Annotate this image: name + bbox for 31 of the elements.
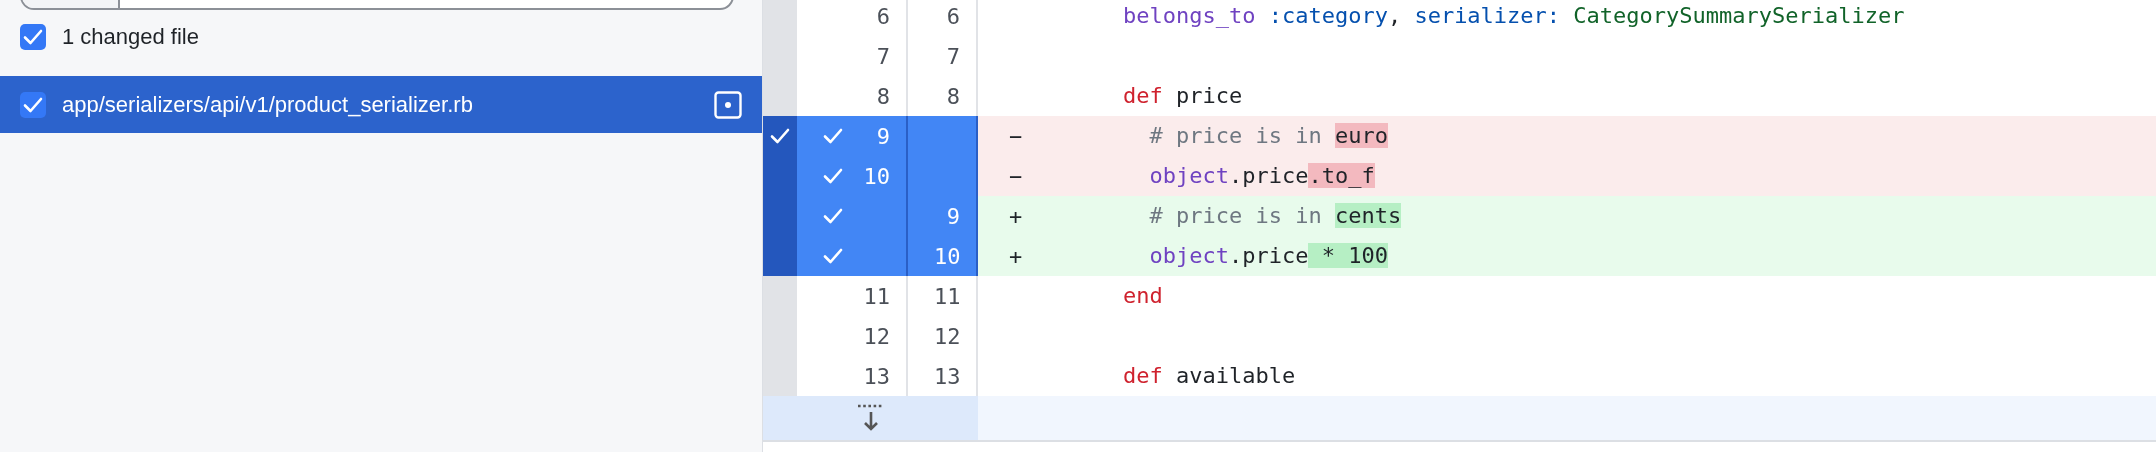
diff-marker: + (1007, 202, 1024, 231)
diff-marker: − (1007, 162, 1024, 191)
code-line: object.price.to_f (1148, 162, 1375, 190)
checkmark-icon (770, 128, 790, 144)
diff-marker: + (1007, 242, 1024, 271)
expand-lines-button[interactable] (763, 396, 978, 440)
select-all-checkbox[interactable] (20, 24, 46, 50)
changed-files-count: 1 changed file (62, 24, 199, 50)
new-line-number[interactable] (908, 116, 978, 156)
old-line-number[interactable]: 10 (797, 156, 908, 196)
file-checkbox[interactable] (20, 91, 46, 118)
code-line: belongs_to :category, serializer: CategorySummarySerializer (1121, 2, 1905, 30)
new-line-number[interactable]: 9 (908, 196, 978, 236)
checkmark-icon (23, 29, 43, 45)
new-line-number[interactable]: 10 (908, 236, 978, 276)
checkmark-icon (23, 96, 43, 113)
checkmark-icon (823, 248, 843, 264)
file-list-item[interactable]: app/serializers/api/v1/product_serializer.rb (0, 76, 762, 133)
code-line: # price is in cents (1148, 202, 1402, 230)
checkmark-icon (823, 208, 843, 224)
code-line: end (1121, 282, 1163, 310)
diff-marker: − (1007, 122, 1024, 151)
checkmark-icon (823, 128, 843, 144)
code-line: object.price * 100 (1148, 242, 1388, 270)
code-line: def price (1121, 82, 1243, 110)
code-line: # price is in euro (1148, 122, 1388, 150)
checkmark-icon (823, 168, 843, 184)
code-line: def available (1121, 362, 1296, 390)
old-line-number[interactable]: 9 (797, 116, 908, 156)
hunk-gutter[interactable] (763, 116, 797, 156)
old-line-number[interactable] (797, 236, 908, 276)
